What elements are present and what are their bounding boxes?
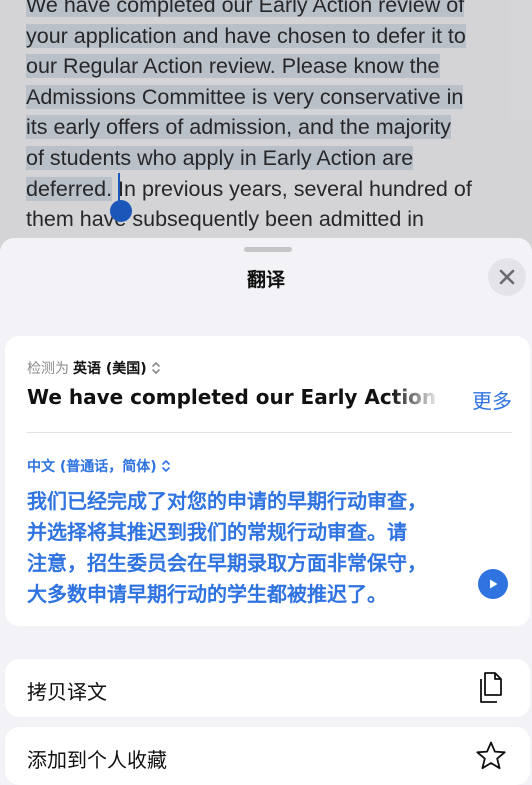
divider (27, 432, 512, 433)
chevron-up-down-icon (151, 362, 160, 374)
sheet-title: 翻译 (246, 269, 285, 291)
translated-line: 并选择将其推迟到我们的常规行动审查。请 (27, 520, 407, 544)
source-language: 英语 (美国) (73, 361, 147, 377)
document-area: We have completed our Early Action revie… (0, 0, 532, 250)
translation-card: 检测为 英语 (美国) We have completed our Early … (5, 336, 530, 626)
play-icon (490, 579, 498, 589)
play-button[interactable] (478, 569, 508, 599)
translate-sheet: 翻译 检测为 英语 (美国) We have completed our Ear… (0, 238, 532, 785)
translated-line: 大多数申请早期行动的学生都被推迟了。 (27, 582, 387, 606)
sheet-grabber[interactable] (244, 247, 292, 252)
close-icon (499, 269, 515, 285)
translated-line: 注意，招生委员会在早期录取方面非常保守， (27, 551, 427, 575)
add-to-favorites-label: 添加到个人收藏 (27, 748, 167, 772)
target-language-selector[interactable]: 中文 (普通话，简体) (27, 456, 171, 476)
close-button[interactable] (488, 258, 526, 296)
source-text: We have completed our Early Action revie… (27, 385, 441, 409)
star-icon (474, 739, 508, 773)
chevron-up-down-icon (161, 460, 170, 472)
add-to-favorites-button[interactable]: 添加到个人收藏 (5, 727, 530, 785)
copy-translation-button[interactable]: 拷贝译文 (5, 659, 530, 717)
more-button[interactable]: 更多 (472, 385, 512, 414)
copy-icon (474, 671, 508, 705)
target-language: 中文 (普通话，简体) (27, 459, 157, 475)
dim-overlay (0, 0, 532, 250)
translated-line: 我们已经完成了对您的申请的早期行动审查， (27, 489, 427, 513)
translated-text: 我们已经完成了对您的申请的早期行动审查， 并选择将其推迟到我们的常规行动审查。请… (27, 486, 487, 610)
copy-translation-label: 拷贝译文 (27, 680, 107, 704)
detected-prefix: 检测为 (27, 361, 69, 377)
source-language-selector[interactable]: 检测为 英语 (美国) (27, 358, 161, 378)
